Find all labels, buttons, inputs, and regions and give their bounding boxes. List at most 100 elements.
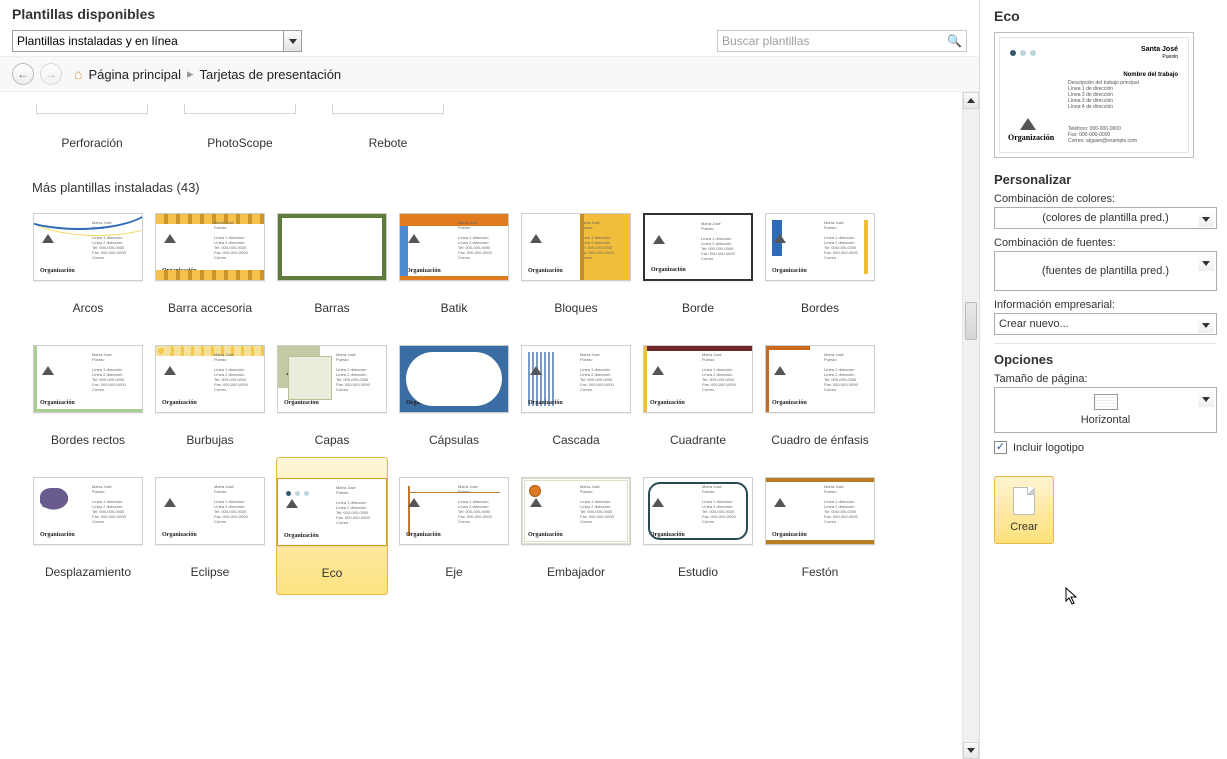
- home-icon[interactable]: ⌂: [74, 66, 82, 82]
- new-document-icon: [1013, 487, 1035, 515]
- template-label: Eco: [322, 566, 343, 580]
- template-item[interactable]: OrganizaciónMaría JoséPuestoLínea 1 dire…: [276, 457, 388, 595]
- template-label: Bordes rectos: [51, 433, 125, 447]
- template-item[interactable]: OrganizaciónMaría JoséPuestoLínea 1 dire…: [154, 477, 266, 581]
- font-scheme-dropdown[interactable]: (fuentes de plantilla pred.): [994, 251, 1217, 291]
- template-item[interactable]: OrganizaciónMaría JoséPuestoLínea 1 dire…: [642, 213, 754, 315]
- template-thumbnail: OrganizaciónMaría JoséPuestoLínea 1 dire…: [399, 345, 509, 413]
- template-item[interactable]: OrganizaciónMaría JoséPuestoLínea 1 dire…: [32, 477, 144, 581]
- template-label: Cuadrante: [670, 433, 726, 447]
- template-label: Estudio: [678, 565, 718, 579]
- template-label: Bordes: [801, 301, 839, 315]
- preview-job: Nombre del trabajo: [1123, 72, 1178, 78]
- template-item[interactable]: OrganizaciónMaría JoséPuestoLínea 1 dire…: [520, 345, 632, 447]
- chevron-down-icon[interactable]: [1198, 255, 1214, 271]
- business-info-dropdown[interactable]: Crear nuevo...: [994, 313, 1217, 335]
- logo-triangle-icon: [1020, 118, 1036, 130]
- business-info-value: Crear nuevo...: [999, 318, 1069, 330]
- search-icon[interactable]: 🔍: [943, 34, 962, 48]
- template-thumbnail: OrganizaciónMaría JoséPuestoLínea 1 dire…: [277, 213, 387, 281]
- template-item[interactable]: PhotoScope: [180, 104, 300, 150]
- color-scheme-label: Combinación de colores:: [994, 193, 1217, 205]
- preview-lines: Descripción del trabajo principal Línea …: [1068, 80, 1178, 110]
- chevron-down-icon[interactable]: [1198, 391, 1214, 407]
- template-item[interactable]: OrganizaciónMaría JoséPuestoLínea 1 dire…: [398, 213, 510, 315]
- template-label: Cascada: [552, 433, 599, 447]
- template-item[interactable]: OrganizaciónMaría JoséPuestoLínea 1 dire…: [764, 213, 876, 315]
- template-thumbnail: OrganizaciónMaría JoséPuestoLínea 1 dire…: [521, 345, 631, 413]
- template-item[interactable]: OrganizaciónMaría JoséPuestoLínea 1 dire…: [32, 213, 144, 315]
- font-scheme-value: (fuentes de plantilla pred.): [1042, 265, 1169, 277]
- breadcrumb: Página principal ▸ Tarjetas de presentac…: [88, 66, 341, 82]
- scroll-thumb[interactable]: [965, 302, 977, 340]
- preview-org: Organización: [1008, 133, 1054, 142]
- template-item[interactable]: OrganizaciónMaría JoséPuestoLínea 1 dire…: [276, 345, 388, 447]
- template-label: Desplazamiento: [45, 565, 131, 579]
- nav-forward-button[interactable]: →: [40, 63, 62, 85]
- template-item[interactable]: OrganizaciónMaría JoséPuestoLínea 1 dire…: [154, 345, 266, 447]
- template-item[interactable]: OrganizaciónMaría JoséPuestoLínea 1 dire…: [276, 213, 388, 315]
- eco-dots-icon: [1010, 50, 1036, 56]
- template-item[interactable]: OrganizaciónMaría JoséPuestoLínea 1 dire…: [32, 345, 144, 447]
- color-scheme-dropdown[interactable]: (colores de plantilla pred.): [994, 207, 1217, 229]
- template-thumbnail: OrganizaciónMaría JoséPuestoLínea 1 dire…: [33, 345, 143, 413]
- include-logo-checkbox[interactable]: ✓: [994, 441, 1007, 454]
- vertical-scrollbar[interactable]: [962, 92, 979, 759]
- template-preview: Santa José Puesto Nombre del trabajo Des…: [994, 32, 1194, 158]
- template-thumbnail: OrganizaciónMaría JoséPuestoLínea 1 dire…: [399, 213, 509, 281]
- template-label: Barra accesoria: [168, 301, 252, 315]
- page-size-label: Tamaño de página:: [994, 373, 1217, 385]
- chevron-down-icon[interactable]: [1198, 317, 1214, 333]
- template-item[interactable]: OrganizaciónMaría JoséPuestoLínea 1 dire…: [398, 345, 510, 447]
- scroll-up-icon[interactable]: [963, 92, 979, 109]
- create-button[interactable]: Crear: [994, 476, 1054, 544]
- template-item[interactable]: OrganizaciónMaría JoséPuestoLínea 1 dire…: [642, 345, 754, 447]
- template-item[interactable]: OrganizaciónMaría JoséPuestoLínea 1 dire…: [520, 477, 632, 581]
- page-orientation-icon: [1094, 394, 1118, 410]
- template-item[interactable]: OrganizaciónMaría JoséPuestoLínea 1 dire…: [764, 477, 876, 581]
- template-source-dropdown[interactable]: Plantillas instaladas y en línea: [12, 30, 302, 52]
- template-item[interactable]: OrganizaciónMaría JoséPuestoLínea 1 dire…: [398, 477, 510, 581]
- personalize-heading: Personalizar: [994, 172, 1217, 187]
- template-item[interactable]: OrganizaciónMaría JoséPuestoLínea 1 dire…: [764, 345, 876, 447]
- template-item[interactable]: Rebote: [328, 104, 448, 150]
- template-label: Cápsulas: [429, 433, 479, 447]
- search-input[interactable]: [722, 34, 943, 48]
- template-thumbnail: OrganizaciónMaría JoséPuestoLínea 1 dire…: [155, 345, 265, 413]
- template-thumbnail: OrganizaciónMaría JoséPuestoLínea 1 dire…: [643, 345, 753, 413]
- template-label: PhotoScope: [207, 136, 272, 150]
- business-info-label: Información empresarial:: [994, 299, 1217, 311]
- color-scheme-value: (colores de plantilla pred.): [1042, 212, 1169, 224]
- preview-role: Puesto: [1162, 54, 1178, 60]
- chevron-right-icon: ▸: [187, 66, 194, 82]
- template-label: Batik: [441, 301, 468, 315]
- scroll-down-icon[interactable]: [963, 742, 979, 759]
- breadcrumb-home[interactable]: Página principal: [88, 67, 181, 82]
- template-label: Cuadro de énfasis: [771, 433, 868, 447]
- template-label: Barras: [314, 301, 349, 315]
- template-source-value: Plantillas instaladas y en línea: [17, 34, 178, 48]
- preview-contact: Teléfono: 000-000-0000 Fax: 000-000-0000…: [1068, 126, 1178, 144]
- preview-panel: Eco Santa José Puesto Nombre del trabajo…: [980, 0, 1227, 759]
- preview-name: Santa José: [1141, 46, 1178, 53]
- template-item[interactable]: OrganizaciónMaría JoséPuestoLínea 1 dire…: [520, 213, 632, 315]
- template-item[interactable]: Perforación: [32, 104, 152, 150]
- template-label: Embajador: [547, 565, 605, 579]
- template-thumbnail: OrganizaciónMaría JoséPuestoLínea 1 dire…: [277, 345, 387, 413]
- template-thumbnail: OrganizaciónMaría JoséPuestoLínea 1 dire…: [643, 213, 753, 281]
- template-thumbnail: OrganizaciónMaría JoséPuestoLínea 1 dire…: [521, 213, 631, 281]
- chevron-down-icon[interactable]: [1198, 211, 1214, 227]
- page-title: Plantillas disponibles: [12, 6, 967, 22]
- nav-back-button[interactable]: ←: [12, 63, 34, 85]
- dropdown-arrow-icon[interactable]: [283, 31, 301, 51]
- template-thumbnail: OrganizaciónMaría JoséPuestoLínea 1 dire…: [521, 477, 631, 545]
- section-title: Más plantillas instaladas (43): [32, 180, 961, 195]
- template-item[interactable]: OrganizaciónMaría JoséPuestoLínea 1 dire…: [154, 213, 266, 315]
- template-thumbnail: OrganizaciónMaría JoséPuestoLínea 1 dire…: [765, 345, 875, 413]
- page-size-dropdown[interactable]: Horizontal: [994, 387, 1217, 433]
- template-thumbnail: OrganizaciónMaría JoséPuestoLínea 1 dire…: [155, 213, 265, 281]
- search-input-container[interactable]: 🔍: [717, 30, 967, 52]
- page-size-value: Horizontal: [1081, 414, 1131, 426]
- template-item[interactable]: OrganizaciónMaría JoséPuestoLínea 1 dire…: [642, 477, 754, 581]
- template-label: Eje: [445, 565, 462, 579]
